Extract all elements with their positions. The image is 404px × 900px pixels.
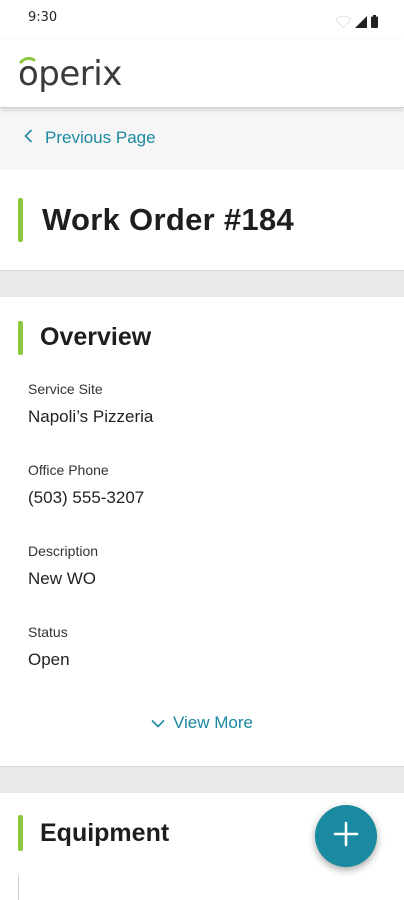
field-label: Description — [28, 543, 99, 559]
field-value: Open — [28, 650, 70, 669]
field-service-site: Service Site Napoli’s Pizzeria — [28, 381, 153, 427]
equipment-title: Equipment — [40, 819, 170, 847]
field-label: Status — [28, 624, 68, 640]
previous-page-label: Previous Page — [45, 128, 156, 147]
cellular-signal-icon — [355, 13, 367, 32]
content-edge-line — [18, 875, 19, 900]
field-value: New WO — [28, 569, 96, 588]
section-divider — [0, 766, 404, 793]
field-value: (503) 555-3207 — [28, 488, 145, 507]
chevron-down-icon — [151, 713, 165, 733]
wifi-icon — [335, 13, 352, 32]
battery-icon — [371, 13, 378, 32]
status-icons — [335, 13, 378, 32]
field-office-phone: Office Phone (503) 555-3207 — [28, 462, 144, 508]
chevron-left-icon — [24, 128, 33, 148]
previous-page-link[interactable]: Previous Page — [24, 128, 156, 148]
field-status: Status Open — [28, 624, 70, 670]
status-time: 9:30 — [28, 10, 58, 25]
add-fab-button[interactable] — [315, 805, 377, 867]
view-more-label: View More — [173, 713, 253, 732]
logo-text: operix — [18, 54, 122, 94]
nav-strip: Previous Page — [0, 110, 404, 170]
field-label: Office Phone — [28, 462, 109, 478]
view-more-button[interactable]: View More — [0, 713, 404, 733]
status-bar: 9:30 — [0, 0, 404, 40]
field-label: Service Site — [28, 381, 103, 397]
field-description: Description New WO — [28, 543, 98, 589]
plus-icon — [333, 821, 359, 851]
title-accent-bar — [18, 198, 23, 242]
equipment-accent-bar — [18, 815, 23, 851]
section-divider — [0, 270, 404, 297]
field-value: Napoli’s Pizzeria — [28, 407, 154, 426]
overview-section: Overview Service Site Napoli’s Pizzeria … — [0, 297, 404, 766]
overview-accent-bar — [18, 321, 23, 355]
title-block: Work Order #184 — [0, 170, 404, 270]
app-header: operix — [0, 40, 404, 108]
overview-title: Overview — [40, 323, 152, 351]
page-title: Work Order #184 — [42, 202, 295, 237]
